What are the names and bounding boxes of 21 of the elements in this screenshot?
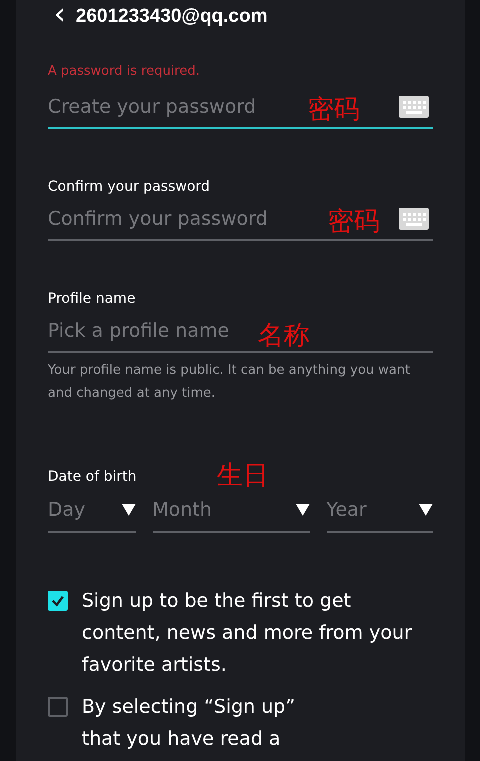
handwritten-annotation: 密码	[328, 209, 380, 235]
dropdown-arrow-icon	[296, 504, 310, 516]
help-text: Your profile name is public. It can be anything you want and changed at any time.	[48, 362, 412, 403]
field-label: Profile name	[48, 291, 137, 307]
dropdown-field[interactable]: Day	[48, 489, 136, 533]
account-email: 2601233430@qq.com	[76, 6, 268, 28]
dropdown-arrow-icon	[122, 504, 136, 516]
dropdown-arrow-icon	[419, 504, 433, 516]
check-icon	[51, 594, 65, 608]
dropdown-field[interactable]: Year	[326, 489, 433, 533]
checkbox-label: By selecting “Sign up” that you have read a	[82, 695, 296, 752]
handwritten-annotation: 生日	[216, 463, 269, 489]
back-button[interactable]: ‹	[54, 0, 66, 30]
handwritten-annotation: 名称	[258, 323, 310, 349]
checkbox-label: Sign up to be the first to get content, news and more from your favorite artists.	[82, 589, 414, 678]
error-message: A password is required.	[48, 64, 201, 79]
checkbox[interactable]	[48, 697, 68, 717]
handwritten-annotation: 密码	[308, 97, 360, 123]
field-label: Confirm your password	[48, 179, 212, 195]
dropdown-field[interactable]: Month	[152, 489, 310, 533]
field-label: Date of birth	[48, 469, 137, 485]
